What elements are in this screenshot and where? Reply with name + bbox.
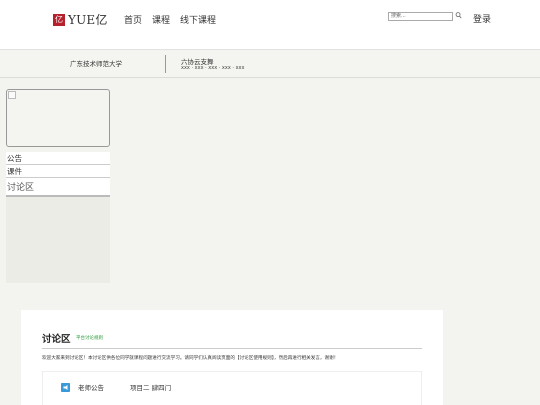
search-icon[interactable]	[455, 11, 462, 20]
sidebar-item-courseware[interactable]: 课件	[6, 165, 110, 178]
course-cover-image	[6, 89, 110, 147]
announcement-title[interactable]: 项目二 肆四门	[130, 382, 171, 392]
announcement-label: 老师公告	[78, 384, 104, 392]
sidebar-item-discussion[interactable]: 讨论区	[6, 178, 110, 197]
welcome-text: 欢迎大家来到讨论区！本讨论区供各位同学就课程问题进行交流学习。请同学们认真阅读页…	[42, 356, 339, 361]
logo-mark-icon: 亿	[53, 13, 65, 26]
search-input[interactable]: 搜索...	[388, 12, 453, 21]
page-title: 讨论区	[42, 334, 71, 345]
course-teachers: xxx · xxx · xxx · xxx · xxx	[181, 65, 245, 71]
nav-item-offline-courses[interactable]: 线下课程	[180, 13, 216, 26]
top-navbar: 亿 YUE亿 首页 课程 线下课程 搜索... 登录	[0, 0, 540, 50]
sidebar-menu: 公告 课件 讨论区	[6, 152, 110, 197]
divider	[42, 348, 422, 349]
sidebar-item-announcements[interactable]: 公告	[6, 152, 110, 165]
login-link[interactable]: 登录	[473, 12, 491, 25]
nav-item-home[interactable]: 首页	[124, 13, 142, 26]
course-info-bar: 广东技术师范大学 六协云支舞 xxx · xxx · xxx · xxx · x…	[0, 51, 540, 78]
school-name: 广东技术师范大学	[70, 60, 122, 68]
divider	[165, 55, 166, 73]
sidebar-background	[6, 197, 110, 283]
rules-link[interactable]: 平台讨论规则	[76, 335, 103, 341]
nav-item-courses[interactable]: 课程	[152, 13, 170, 26]
discussion-panel: 讨论区 平台讨论规则 欢迎大家来到讨论区！本讨论区供各位同学就课程问题进行交流学…	[21, 310, 443, 405]
main-nav: 首页 课程 线下课程	[124, 13, 216, 26]
site-logo[interactable]: 亿 YUE亿	[53, 11, 108, 28]
broken-image-icon	[8, 91, 16, 99]
course-sidebar: 公告 课件 讨论区	[6, 89, 110, 283]
announcement-row[interactable]: 老师公告 项目二 肆四门	[42, 371, 422, 405]
logo-text: YUE亿	[68, 13, 108, 27]
announcement-icon	[61, 383, 70, 392]
